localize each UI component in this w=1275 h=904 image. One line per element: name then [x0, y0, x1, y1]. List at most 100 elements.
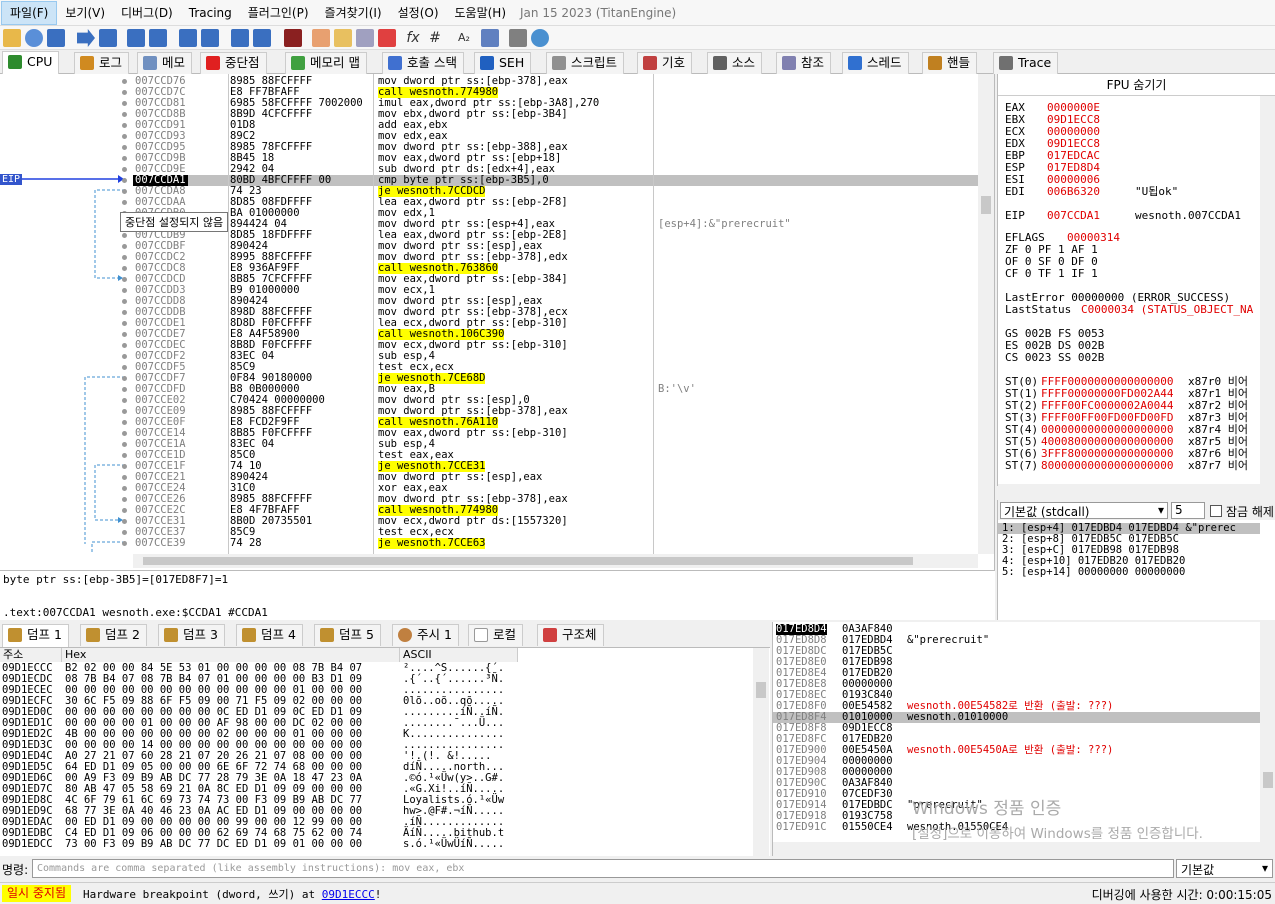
stack-value[interactable]: 01550CE4 — [842, 822, 893, 833]
menu-favourites[interactable]: 즐겨찾기(I) — [317, 0, 390, 26]
tab-cpu[interactable]: CPU — [2, 51, 60, 74]
breakpoint-dot[interactable] — [122, 464, 127, 469]
stop-icon[interactable] — [47, 29, 65, 47]
tab-threads[interactable]: 스레드 — [842, 52, 909, 74]
menu-tracing[interactable]: Tracing — [181, 0, 240, 26]
disassembly-vertical-scrollbar[interactable] — [978, 74, 994, 554]
functions-icon[interactable]: fx — [404, 29, 422, 47]
labels-icon[interactable] — [356, 29, 374, 47]
breakpoint-dot[interactable] — [122, 530, 127, 535]
menu-debug[interactable]: 디버그(D) — [113, 0, 181, 26]
argument-count-spinner[interactable]: 5 — [1171, 502, 1205, 519]
calculator-icon[interactable] — [509, 29, 527, 47]
calling-convention-select[interactable]: 기본값 (stdcall) ▾ — [1000, 502, 1168, 519]
breakpoint-address-link[interactable]: 09D1ECCC — [322, 888, 375, 901]
fpu-register-row[interactable]: ST(7) 80000000000000000000 x87r7 비어 — [1005, 460, 1248, 472]
breakpoint-dot[interactable] — [122, 431, 127, 436]
command-input[interactable]: Commands are comma separated (like assem… — [32, 859, 1174, 878]
disassembly-row[interactable]: 007CCE31 8B0D 20735501 mov ecx,dword ptr d… — [133, 516, 978, 527]
tab-dump-2[interactable]: 덤프 2 — [80, 624, 147, 646]
scylla-icon[interactable] — [284, 29, 302, 47]
run-icon[interactable] — [77, 29, 95, 47]
scrollbar-thumb[interactable] — [756, 682, 766, 698]
scrollbar-thumb[interactable] — [981, 196, 991, 214]
breakpoint-dot[interactable] — [122, 79, 127, 84]
disassembly-row[interactable]: 007CCD91 01D8 add eax,ebx — [133, 120, 978, 131]
strings-icon[interactable]: A₂ — [455, 29, 473, 47]
breakpoint-dot[interactable] — [122, 233, 127, 238]
register-row[interactable]: EIP 007CCDA1 wesnoth.007CCDA1 — [1005, 210, 1241, 222]
tab-log[interactable]: 로그 — [74, 52, 130, 74]
help-globe-icon[interactable] — [531, 29, 549, 47]
disassembly-horizontal-scrollbar[interactable] — [133, 554, 978, 568]
breakpoint-dot[interactable] — [122, 541, 127, 546]
tab-dump-3[interactable]: 덤프 3 — [158, 624, 225, 646]
breakpoint-dot[interactable] — [122, 90, 127, 95]
lock-checkbox[interactable] — [1210, 505, 1222, 517]
breakpoint-dot[interactable] — [122, 310, 127, 315]
menu-file[interactable]: 파일(F) — [1, 0, 58, 25]
tab-script[interactable]: 스크립트 — [546, 52, 625, 74]
breakpoint-dot[interactable] — [122, 145, 127, 150]
step-over-icon[interactable] — [149, 29, 167, 47]
register-value[interactable]: 007CCDA1 — [1047, 210, 1100, 222]
breakpoint-dot[interactable] — [122, 255, 127, 260]
disassembly-listing[interactable]: 007CCD76 8985 88FCFFFF mov dword ptr ss:[e… — [133, 74, 978, 554]
open-icon[interactable] — [3, 29, 21, 47]
tab-trace[interactable]: Trace — [993, 52, 1059, 74]
tab-notes[interactable]: 메모 — [137, 52, 193, 74]
breakpoint-dot[interactable] — [122, 189, 127, 194]
run-to-user-code-icon[interactable] — [253, 29, 271, 47]
breakpoint-dot[interactable] — [122, 365, 127, 370]
patch-icon[interactable] — [312, 29, 330, 47]
fpu-register-value[interactable]: 80000000000000000000 — [1041, 460, 1173, 472]
tab-dump-5[interactable]: 덤프 5 — [314, 624, 381, 646]
command-type-select[interactable]: 기본값 ▾ — [1176, 859, 1273, 878]
breakpoint-dot[interactable] — [122, 354, 127, 359]
breakpoint-dot[interactable] — [122, 409, 127, 414]
tab-memory-map[interactable]: 메모리 맵 — [285, 52, 367, 74]
breakpoint-dot[interactable] — [122, 398, 127, 403]
step-into-icon[interactable] — [127, 29, 145, 47]
menu-help[interactable]: 도움말(H) — [447, 0, 515, 26]
breakpoint-dot[interactable] — [122, 200, 127, 205]
dump-scrollbar[interactable] — [753, 648, 769, 856]
breakpoint-dot[interactable] — [122, 420, 127, 425]
tab-dump-1[interactable]: 덤프 1 — [2, 624, 69, 647]
register-value[interactable]: 006B6320 — [1047, 186, 1100, 198]
disassembly-row[interactable]: 007CCE39 74 28 je wesnoth.7CCE63 — [133, 538, 978, 549]
registers-scrollbar[interactable] — [1260, 96, 1275, 486]
restart-icon[interactable] — [25, 29, 43, 47]
breakpoint-dot[interactable] — [122, 486, 127, 491]
tab-call-stack[interactable]: 호출 스택 — [382, 52, 464, 74]
breakpoint-dot[interactable] — [122, 442, 127, 447]
scrollbar-thumb[interactable] — [143, 557, 913, 565]
breakpoint-dot[interactable] — [122, 123, 127, 128]
breakpoint-dot[interactable] — [122, 453, 127, 458]
dump-hex-header[interactable]: Hex — [62, 648, 400, 662]
tab-seh[interactable]: SEH — [474, 52, 532, 74]
breakpoint-dot[interactable] — [122, 387, 127, 392]
breakpoint-dot[interactable] — [122, 266, 127, 271]
breakpoint-dot[interactable] — [122, 101, 127, 106]
disassembly-row[interactable]: 007CCE1A 83EC 04 sub esp,4 — [133, 439, 978, 450]
breakpoint-dot[interactable] — [122, 299, 127, 304]
breakpoint-dot[interactable] — [122, 497, 127, 502]
disassembly-row[interactable]: 007CCD8B 8B9D 4CFCFFFF mov ebx,dword ptr s… — [133, 109, 978, 120]
disassembly-row[interactable]: 007CCDF2 83EC 04 sub esp,4 — [133, 351, 978, 362]
fpu-toggle-button[interactable]: FPU 숨기기 — [998, 74, 1275, 96]
stack-horizontal-scrollbar[interactable] — [773, 842, 1260, 856]
breakpoint-dot[interactable] — [122, 167, 127, 172]
trace-over-icon[interactable] — [201, 29, 219, 47]
breakpoint-dot[interactable] — [122, 244, 127, 249]
menu-options[interactable]: 설정(O) — [390, 0, 447, 26]
breakpoint-dot[interactable] — [122, 321, 127, 326]
dump-address-header[interactable]: 주소 — [0, 648, 62, 662]
breakpoint-dot[interactable] — [122, 134, 127, 139]
disassembly-row[interactable]: 007CCE21 890424 mov dword ptr ss:[esp],eax — [133, 472, 978, 483]
comments-icon[interactable] — [334, 29, 352, 47]
breakpoint-dot[interactable] — [122, 508, 127, 513]
bookmarks-icon[interactable] — [378, 29, 396, 47]
tab-references[interactable]: 참조 — [776, 52, 832, 74]
flags-row[interactable]: CF 0 TF 1 IF 1 — [1005, 268, 1098, 280]
